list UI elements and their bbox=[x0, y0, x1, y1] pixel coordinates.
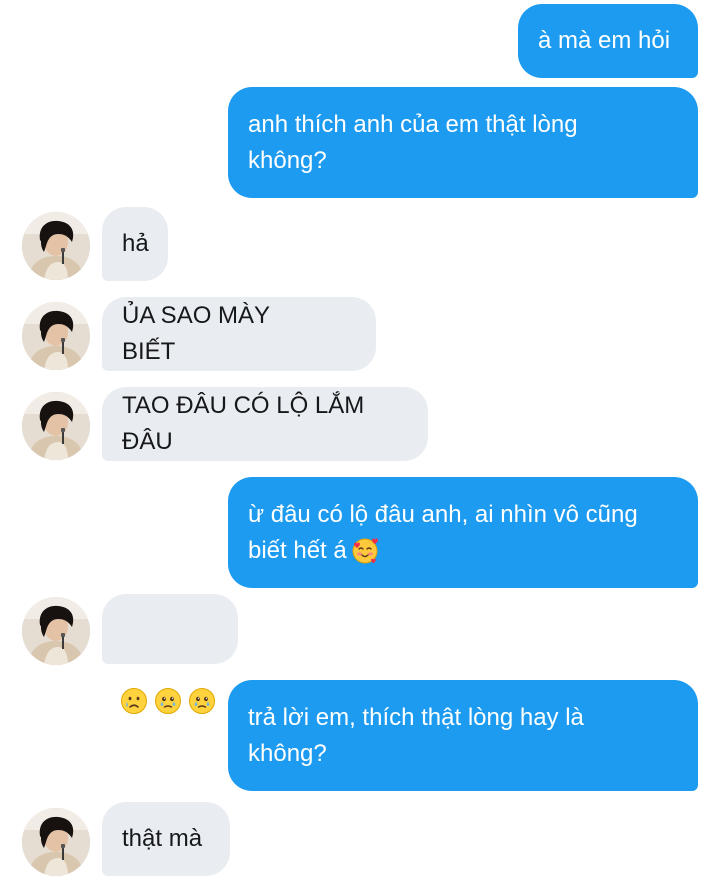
sent-message-bubble[interactable]: trả lời em, thích thật lòng hay là không… bbox=[228, 680, 698, 791]
message-text: trả lời em, thích thật lòng hay là không… bbox=[248, 703, 584, 767]
slightly-smiling-face-emoji bbox=[328, 320, 356, 348]
crying-face-emoji bbox=[120, 615, 148, 643]
avatar-image bbox=[22, 302, 90, 370]
contact-avatar[interactable] bbox=[22, 808, 90, 876]
avatar-image bbox=[22, 212, 90, 280]
sent-message-bubble[interactable]: anh thích anh của em thật lòng không? bbox=[228, 87, 698, 198]
contact-avatar[interactable] bbox=[22, 212, 90, 280]
face-holding-back-tears-emoji bbox=[188, 615, 216, 643]
message-text: ỦA SAO MÀY BIẾT bbox=[122, 302, 277, 365]
received-message-bubble[interactable]: thật mà bbox=[102, 802, 230, 876]
avatar-image bbox=[22, 392, 90, 460]
avatar-image bbox=[22, 808, 90, 876]
avatar-image bbox=[22, 597, 90, 665]
received-message-bubble[interactable]: hả bbox=[102, 207, 168, 281]
message-text: hả bbox=[122, 230, 149, 257]
received-message-bubble[interactable] bbox=[102, 594, 238, 664]
message-text: anh thích anh của em thật lòng không? bbox=[248, 110, 578, 174]
chat-thread: à mà em hỏi anh thích anh của em thật lò… bbox=[0, 0, 720, 881]
contact-avatar[interactable] bbox=[22, 597, 90, 665]
sent-message-bubble[interactable]: ừ đâu có lộ đâu anh, ai nhìn vô cũng biế… bbox=[228, 477, 698, 588]
message-text: TAO ĐÂU CÓ LỘ LẮM ĐÂU bbox=[122, 392, 371, 455]
contact-avatar[interactable] bbox=[22, 392, 90, 460]
message-text: ừ đâu có lộ đâu anh, ai nhìn vô cũng biế… bbox=[248, 500, 638, 565]
face-holding-back-tears-emoji bbox=[154, 615, 182, 643]
contact-avatar[interactable] bbox=[22, 302, 90, 370]
received-message-bubble[interactable]: ỦA SAO MÀY BIẾT bbox=[102, 297, 376, 371]
received-message-bubble[interactable]: TAO ĐÂU CÓ LỘ LẮM ĐÂU bbox=[102, 387, 428, 461]
sent-message-bubble[interactable]: à mà em hỏi bbox=[518, 4, 698, 78]
message-text: à mà em hỏi bbox=[538, 27, 671, 54]
smiling-face-with-hearts-emoji bbox=[351, 537, 379, 565]
message-text: thật mà bbox=[122, 825, 203, 852]
